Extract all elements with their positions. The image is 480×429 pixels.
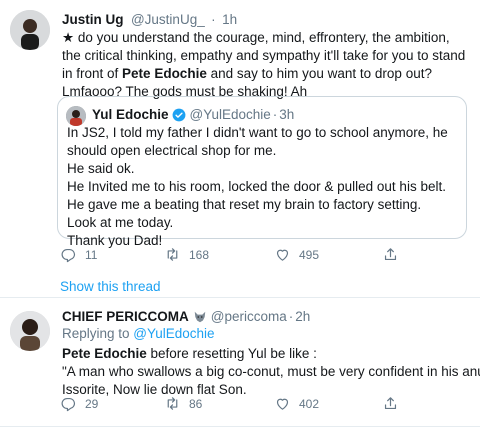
tweet1-text: ★ do you understand the courage, mind, e… — [62, 29, 467, 101]
like-button[interactable]: 402 — [274, 395, 319, 412]
reply-count: 29 — [85, 396, 99, 411]
mention-pete: Pete Edochie — [62, 346, 147, 361]
avatar-justin[interactable] — [10, 10, 50, 50]
share-button[interactable] — [382, 395, 399, 412]
retweet-count: 86 — [189, 396, 203, 411]
quote-separator-dot: · — [272, 107, 278, 122]
quote-header: Yul Edochie @YulEdochie · 3h — [92, 107, 294, 122]
replying-prefix: Replying to — [62, 326, 134, 341]
quote-text: In JS2, I told my father I didn't want t… — [67, 124, 462, 250]
quote-line: In JS2, I told my father I didn't want t… — [67, 125, 448, 158]
tweet-text-line: "A man who swallows a big co-conut, must… — [62, 364, 480, 379]
like-button[interactable]: 495 — [274, 246, 319, 263]
quote-line: He Invited me to his room, locked the do… — [67, 179, 446, 194]
wolf-emoji-icon — [193, 310, 207, 324]
share-icon — [384, 397, 397, 410]
avatar-yul — [66, 106, 86, 126]
quote-author-handle: @YulEdochie — [189, 107, 271, 122]
tweet1-header: Justin Ug @JustinUg_ · 1h — [62, 11, 237, 29]
quoted-tweet[interactable]: Yul Edochie @YulEdochie · 3h In JS2, I t… — [57, 96, 467, 248]
reply-button[interactable]: 29 — [60, 395, 98, 412]
tweet-text-rest: before resetting Yul be like : — [146, 346, 317, 361]
quote-time: 3h — [279, 107, 295, 122]
author-handle[interactable]: @JustinUg_ — [131, 12, 205, 27]
retweet-icon — [167, 248, 178, 261]
reply-count: 11 — [85, 247, 98, 262]
tweet-text-line: Issorite, Now lie down flat Son. — [62, 382, 247, 397]
like-icon — [276, 249, 289, 261]
author-name[interactable]: CHIEF PERICCOMA — [62, 309, 189, 324]
reply-icon — [61, 397, 76, 412]
share-icon — [384, 248, 397, 261]
quote-line: Thank you Dad! — [67, 233, 163, 248]
share-button[interactable] — [382, 246, 399, 263]
like-icon — [276, 398, 289, 410]
retweet-button[interactable]: 168 — [164, 246, 209, 263]
quote-line: He gave me a beating that reset my brain… — [67, 197, 422, 212]
tweet-time[interactable]: 2h — [295, 309, 310, 324]
author-handle[interactable]: @periccoma — [211, 309, 287, 324]
verified-badge-icon — [172, 108, 186, 122]
retweet-icon — [167, 397, 178, 410]
replying-to: Replying to @YulEdochie — [62, 326, 215, 341]
separator-dot: · — [211, 12, 216, 27]
retweet-button[interactable]: 86 — [164, 395, 202, 412]
avatar-periccoma[interactable] — [10, 311, 50, 351]
tweet2-text: Pete Edochie before resetting Yul be lik… — [62, 345, 480, 399]
author-name[interactable]: Justin Ug — [62, 12, 124, 27]
show-thread-link[interactable]: Show this thread — [60, 279, 161, 294]
tweet2-header: CHIEF PERICCOMA @periccoma · 2h — [62, 309, 310, 324]
like-count: 402 — [299, 396, 320, 411]
bottom-divider — [0, 426, 480, 427]
mention-pete: Pete Edochie — [122, 66, 207, 81]
reply-icon — [61, 248, 76, 263]
tweet-divider — [0, 297, 480, 298]
quote-line: Look at me today. — [67, 215, 174, 230]
like-count: 495 — [299, 247, 320, 262]
retweet-count: 168 — [189, 247, 210, 262]
replying-handle-link[interactable]: @YulEdochie — [133, 326, 214, 341]
reply-button[interactable]: 11 — [60, 246, 97, 263]
quote-line: He said ok. — [67, 161, 135, 176]
quote-author-name: Yul Edochie — [92, 107, 169, 122]
tweet-time[interactable]: 1h — [222, 12, 237, 27]
separator-dot: · — [288, 309, 294, 324]
